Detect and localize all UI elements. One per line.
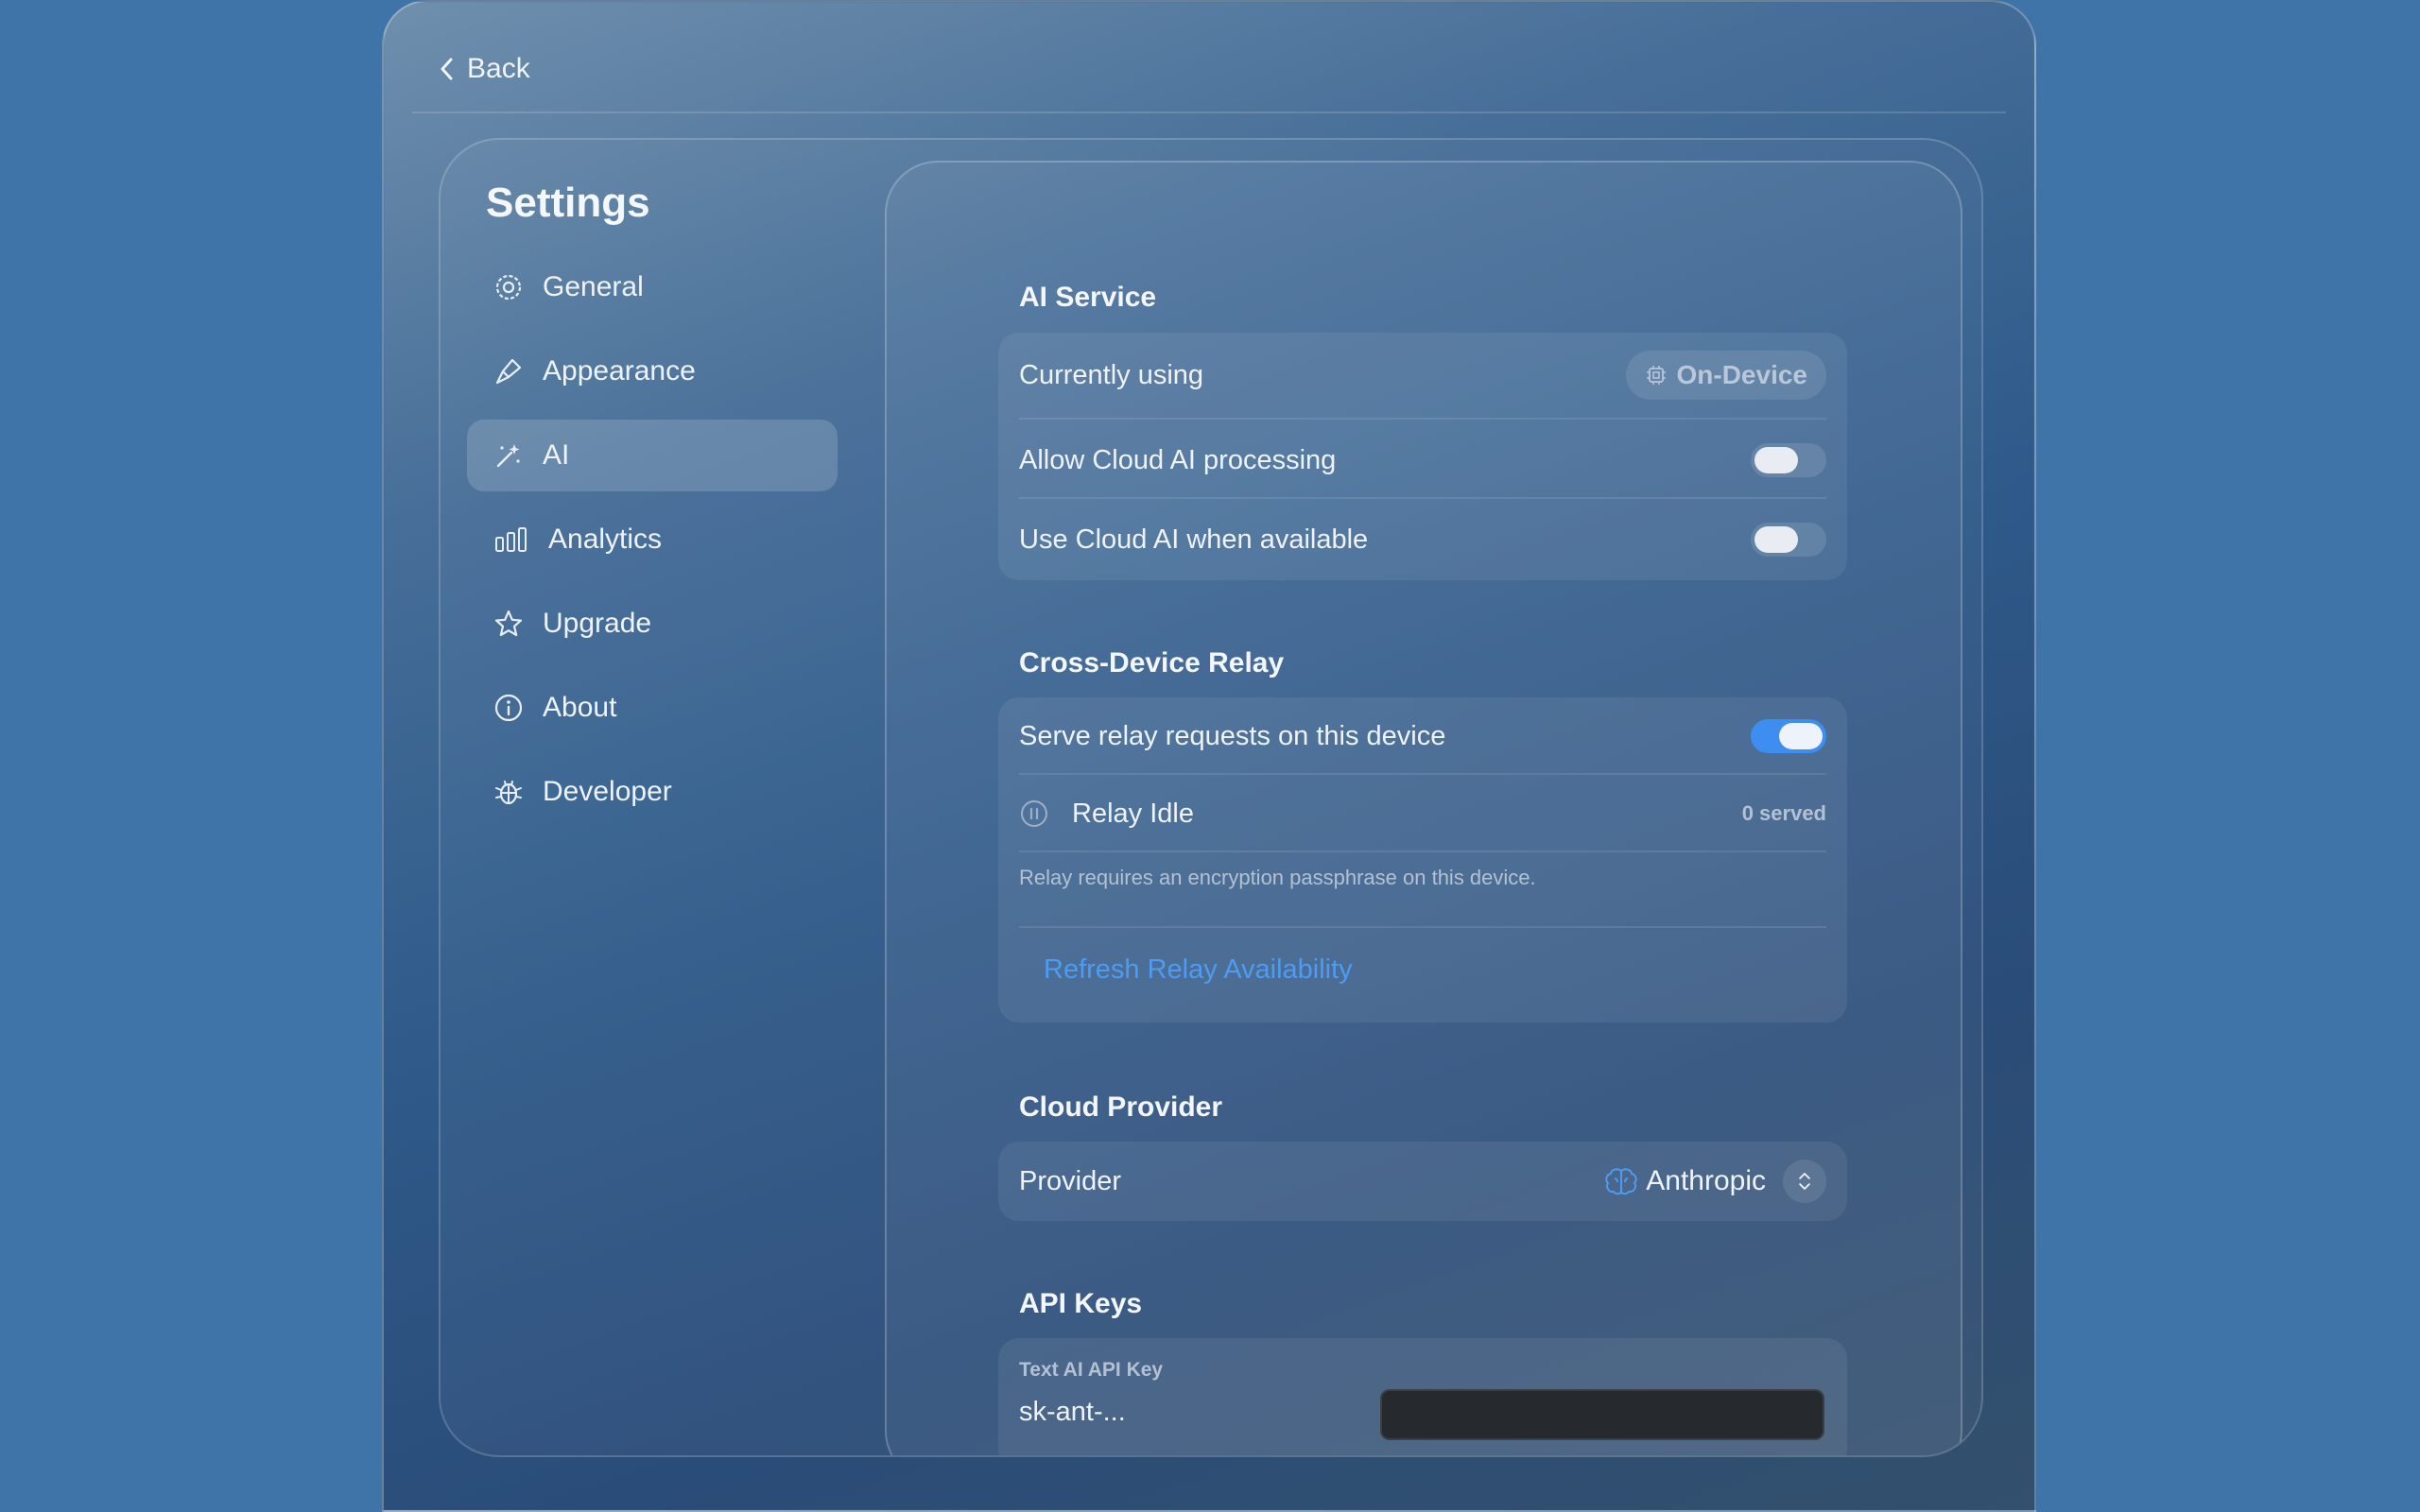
ai-service-card: Currently using On-Device Allow Cloud AI… <box>998 333 1847 580</box>
use-cloud-ai-toggle[interactable] <box>1751 523 1826 557</box>
gear-icon <box>495 274 522 301</box>
divider <box>1019 497 1826 499</box>
back-button[interactable]: Back <box>437 53 530 85</box>
sidebar-item-general[interactable]: General <box>467 251 838 323</box>
ai-settings-content: AI Service Currently using On-Device All… <box>885 161 1962 1455</box>
info-icon <box>494 694 523 722</box>
divider <box>1019 850 1826 852</box>
sidebar-item-appearance[interactable]: Appearance <box>467 335 838 407</box>
currently-using-value: On-Device <box>1676 360 1808 389</box>
star-icon <box>494 610 523 637</box>
sidebar-item-label: Upgrade <box>543 608 652 639</box>
allow-cloud-ai-toggle[interactable] <box>1751 443 1826 477</box>
bar-chart-icon <box>495 527 527 552</box>
chevron-up-down-icon <box>1799 1173 1810 1190</box>
sidebar-item-label: About <box>543 692 617 723</box>
sidebar-item-ai[interactable]: AI <box>467 420 838 491</box>
sidebar-item-label: AI <box>543 439 570 471</box>
relay-note: Relay requires an encryption passphrase … <box>1019 866 1536 889</box>
sidebar-item-upgrade[interactable]: Upgrade <box>467 588 838 660</box>
sidebar: General Appearance AI Analytics Upgrade … <box>467 251 838 840</box>
brain-icon <box>1605 1168 1637 1195</box>
section-title-ai-service: AI Service <box>1019 282 1157 313</box>
sidebar-item-label: Analytics <box>548 524 663 555</box>
back-label: Back <box>467 53 530 84</box>
page-title: Settings <box>486 180 650 226</box>
currently-using-label: Currently using <box>1019 359 1204 390</box>
sidebar-item-label: General <box>543 271 644 302</box>
text-api-key-prefix: sk-ant-... <box>1019 1397 1126 1427</box>
provider-label: Provider <box>1019 1165 1121 1196</box>
sidebar-item-label: Appearance <box>543 355 696 387</box>
provider-stepper[interactable] <box>1783 1160 1826 1203</box>
sidebar-item-label: Developer <box>543 776 672 807</box>
provider-picker[interactable]: Anthropic <box>1602 1160 1826 1203</box>
section-title-api-keys: API Keys <box>1019 1288 1143 1319</box>
chevron-left-icon <box>441 58 453 80</box>
api-keys-card: Text AI API Key sk-ant-... <box>998 1338 1847 1455</box>
text-api-key-label: Text AI API Key <box>1019 1359 1164 1381</box>
relay-card: Serve relay requests on this device Rela… <box>998 697 1847 1022</box>
divider <box>1019 773 1826 775</box>
pause-circle-icon <box>1021 800 1047 827</box>
currently-using-badge: On-Device <box>1625 351 1826 400</box>
sidebar-item-about[interactable]: About <box>467 672 838 744</box>
cloud-provider-card: Provider Anthropic <box>998 1142 1847 1221</box>
text-api-key-input[interactable] <box>1380 1389 1824 1440</box>
section-title-relay: Cross-Device Relay <box>1019 647 1285 679</box>
relay-status-label: Relay Idle <box>1072 798 1194 829</box>
settings-window: Back Settings General Appearance AI Anal… <box>382 0 2036 1512</box>
section-title-cloud-provider: Cloud Provider <box>1019 1091 1223 1123</box>
use-cloud-ai-label: Use Cloud AI when available <box>1019 524 1369 555</box>
paintbrush-icon <box>495 358 522 385</box>
provider-value: Anthropic <box>1646 1165 1766 1196</box>
relay-served-count: 0 served <box>1741 801 1826 825</box>
refresh-relay-button[interactable]: Refresh Relay Availability <box>1044 954 1353 986</box>
allow-cloud-ai-label: Allow Cloud AI processing <box>1019 444 1337 475</box>
sidebar-item-developer[interactable]: Developer <box>467 756 838 828</box>
top-bar: Back <box>412 30 2006 113</box>
chip-icon <box>1646 366 1666 385</box>
serve-relay-toggle[interactable] <box>1751 719 1826 753</box>
divider <box>1019 926 1826 928</box>
sidebar-item-analytics[interactable]: Analytics <box>467 504 838 576</box>
settings-panel: Settings General Appearance AI Analytics… <box>439 138 1983 1457</box>
magic-wand-icon <box>496 444 520 468</box>
bug-icon <box>495 781 522 805</box>
divider <box>1019 418 1826 420</box>
serve-relay-label: Serve relay requests on this device <box>1019 720 1446 751</box>
